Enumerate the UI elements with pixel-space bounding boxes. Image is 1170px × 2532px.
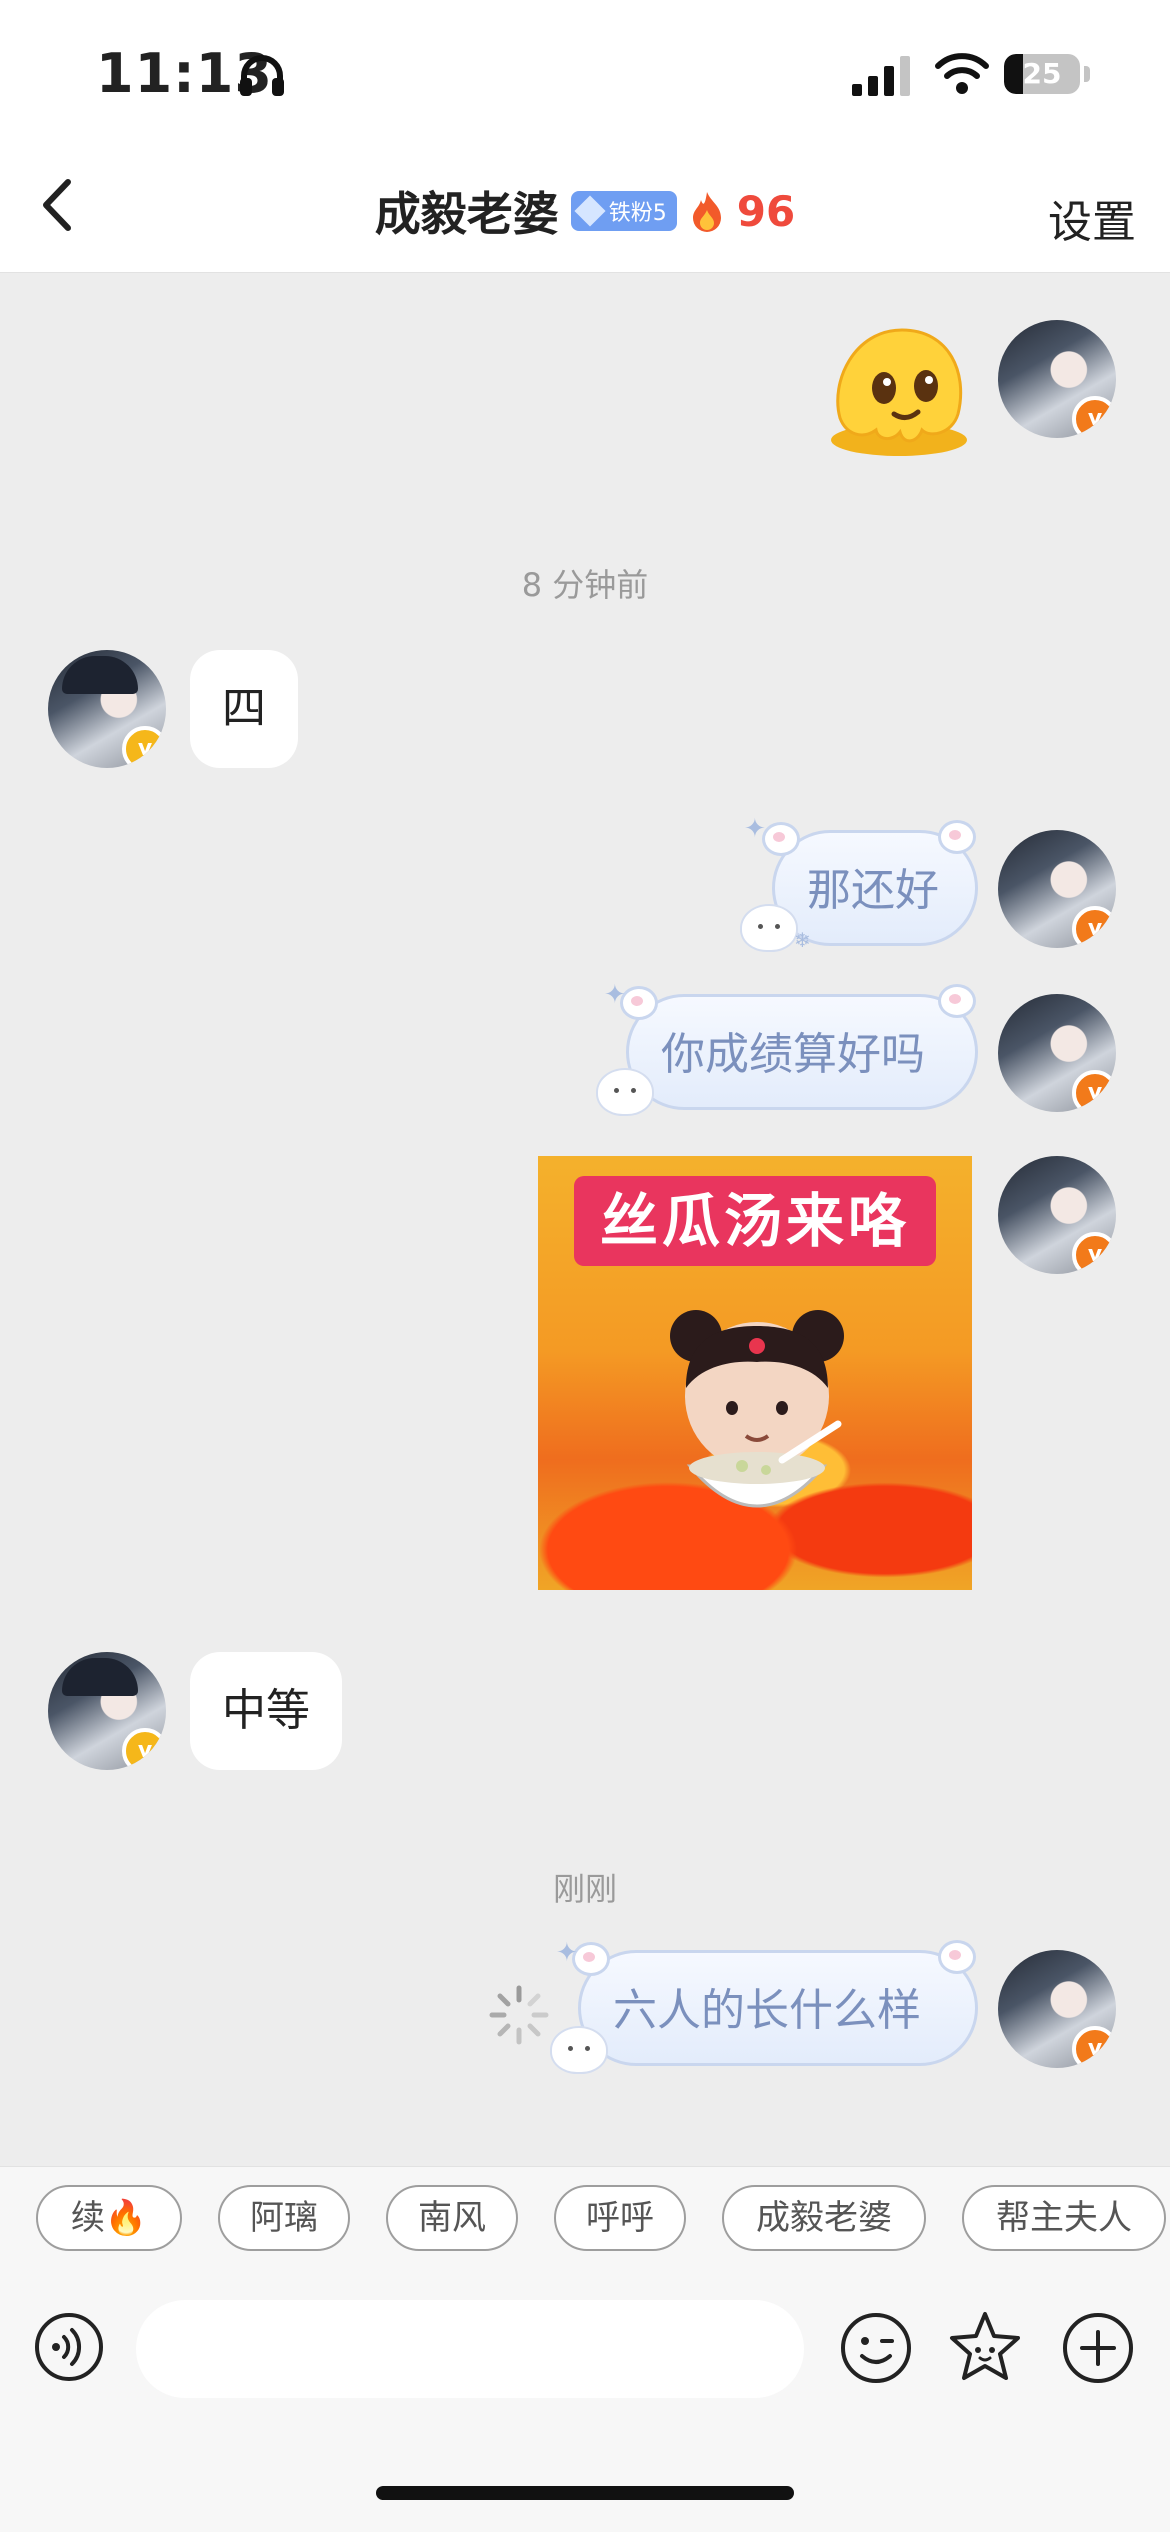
verified-badge-icon: v	[1072, 1070, 1116, 1112]
cat-decoration-icon	[550, 2026, 608, 2074]
gif-caption: 丝瓜汤来咯	[574, 1176, 936, 1266]
status-bar: 11:13 25	[0, 0, 1170, 150]
cartoon-character-with-soup-bowl	[670, 1310, 844, 1508]
bubble-ear-decoration	[762, 822, 800, 856]
quick-reply-chip[interactable]: 帮主夫人	[962, 2185, 1166, 2251]
bubble-ear-decoration	[938, 984, 976, 1018]
message-bubble-outgoing[interactable]: 你成绩算好吗	[626, 994, 978, 1110]
battery-tip	[1084, 66, 1090, 82]
quick-reply-chip[interactable]: 南风	[386, 2185, 518, 2251]
sending-spinner-icon	[489, 1985, 549, 2045]
message-input[interactable]	[136, 2300, 804, 2398]
quick-reply-chip[interactable]: 续🔥	[36, 2185, 182, 2251]
contact-avatar[interactable]: v	[48, 1652, 166, 1770]
my-avatar[interactable]: v	[998, 1950, 1116, 2068]
signal-icon	[852, 56, 910, 96]
add-more-icon[interactable]	[1062, 2312, 1134, 2384]
fan-level-badge: 铁粉5	[570, 191, 677, 231]
my-avatar[interactable]: v	[998, 320, 1116, 438]
diamond-icon	[574, 195, 606, 227]
message-bubble-incoming[interactable]: 中等	[190, 1652, 342, 1770]
message-bubble-outgoing[interactable]: 六人的长什么样	[578, 1950, 978, 2066]
bubble-ear-decoration	[938, 820, 976, 854]
sparkle-icon: ✦	[744, 814, 766, 844]
verified-badge-icon: v	[122, 726, 166, 768]
verified-badge-icon: v	[122, 1728, 166, 1770]
quick-reply-chip[interactable]: 呼呼	[554, 2185, 686, 2251]
verified-badge-icon: v	[1072, 396, 1116, 438]
sticker-star-icon[interactable]	[946, 2308, 1024, 2386]
quick-reply-bar: 续🔥 阿璃 南风 呼呼 成毅老婆 帮主夫人	[0, 2166, 1170, 2269]
contact-avatar[interactable]: v	[48, 650, 166, 768]
wifi-icon	[935, 53, 989, 94]
battery-percent: 25	[1022, 57, 1062, 90]
header-center: 成毅老婆 铁粉5 96	[0, 178, 1170, 244]
verified-badge-icon: v	[1072, 1232, 1116, 1274]
my-avatar[interactable]: v	[998, 830, 1116, 948]
cat-decoration-icon	[740, 904, 798, 952]
timestamp: 8 分钟前	[521, 566, 649, 604]
home-indicator	[376, 2486, 794, 2500]
emoji-icon[interactable]	[840, 2312, 912, 2384]
gif-sticker-message[interactable]: 丝瓜汤来咯	[538, 1156, 972, 1590]
sparkle-icon: ❄	[794, 928, 811, 952]
fire-icon	[692, 192, 721, 232]
my-avatar[interactable]: v	[998, 994, 1116, 1112]
settings-button[interactable]: 设置	[1048, 186, 1136, 250]
chat-title[interactable]: 成毅老婆	[375, 178, 559, 244]
voice-input-icon[interactable]	[34, 2312, 104, 2382]
verified-badge-icon: v	[1072, 2026, 1116, 2068]
message-bubble-incoming[interactable]: 四	[190, 650, 298, 768]
cat-decoration-icon	[596, 1068, 654, 1116]
timestamp: 刚刚	[552, 1870, 617, 1908]
verified-badge-icon: v	[1072, 906, 1116, 948]
sparkle-icon: ✦	[556, 1938, 578, 1968]
quick-reply-chip[interactable]: 阿璃	[218, 2185, 350, 2251]
sparkle-icon: ✦	[604, 980, 626, 1010]
battery-icon: 25	[1004, 54, 1080, 94]
headphones-icon	[240, 55, 284, 96]
bubble-ear-decoration	[938, 1940, 976, 1974]
fan-level-label: 铁粉5	[608, 201, 667, 226]
quick-reply-chip[interactable]: 成毅老婆	[722, 2185, 926, 2251]
melting-face-sticker[interactable]	[826, 322, 972, 460]
chat-header: 成毅老婆 铁粉5 96 设置	[0, 150, 1170, 273]
streak-count: 96	[736, 186, 796, 236]
my-avatar[interactable]: v	[998, 1156, 1116, 1274]
